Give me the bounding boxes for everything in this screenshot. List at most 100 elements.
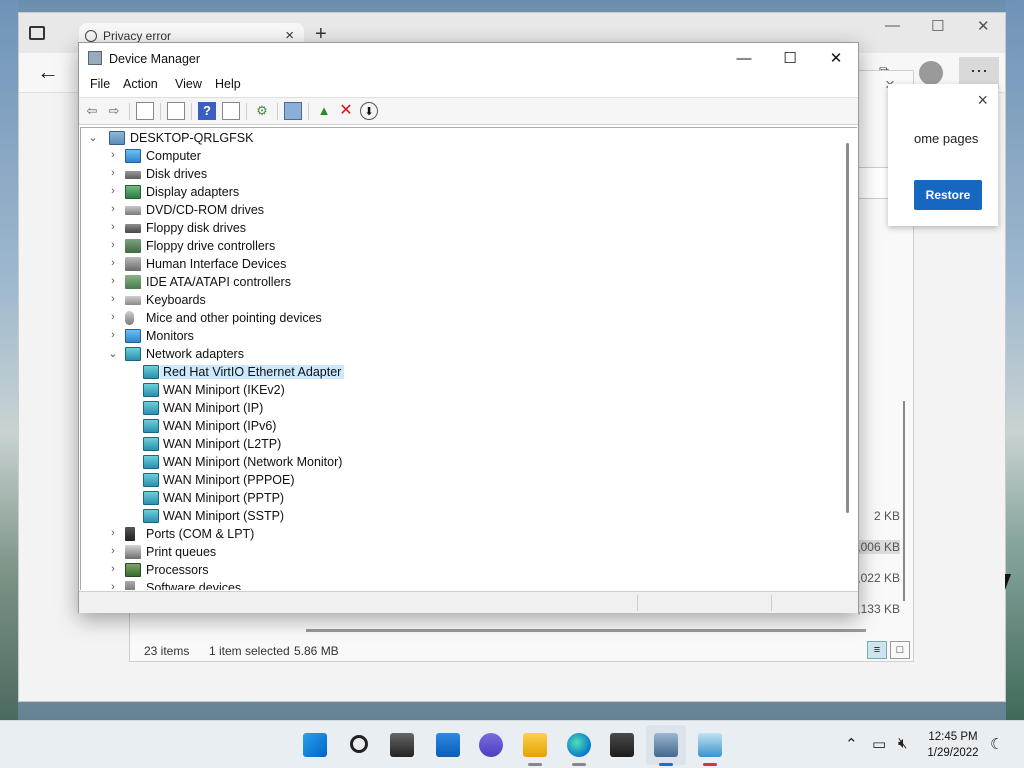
widgets-icon[interactable] [436, 733, 460, 757]
computer-root-icon [109, 131, 125, 145]
task-view-icon[interactable] [390, 733, 414, 757]
expand-chevron-icon[interactable]: › [107, 293, 119, 305]
update-driver-icon[interactable]: ⚙ [253, 102, 271, 120]
back-arrow-icon[interactable]: ← [37, 59, 59, 85]
browser-maximize-button[interactable]: ☐ [931, 17, 944, 35]
details-view-button[interactable]: ≡ [867, 641, 887, 659]
status-divider [771, 595, 772, 611]
tiles-view-button[interactable]: □ [890, 641, 910, 659]
device-manager-titlebar: Device Manager — ☐ ✕ [79, 43, 858, 75]
printer-icon [125, 545, 141, 559]
popup-close-icon[interactable]: × [977, 90, 988, 111]
expand-chevron-icon[interactable]: › [107, 329, 119, 341]
network-adapter-label: WAN Miniport (SSTP) [163, 509, 285, 523]
tab-favicon-icon [85, 30, 97, 42]
close-button[interactable]: ✕ [813, 47, 859, 71]
mouse-cursor-icon [1005, 574, 1017, 590]
expand-chevron-icon[interactable]: › [107, 167, 119, 179]
network-adapter-icon [143, 383, 159, 397]
expand-chevron-icon[interactable]: › [107, 239, 119, 251]
taskbar: ⌃ ▭ 🔇︎ 12:45 PM 1/29/2022 ☾ [0, 720, 1024, 768]
toolbar-separator [191, 103, 192, 120]
network-adapter-label: WAN Miniport (IPv6) [163, 419, 277, 433]
start-button-icon[interactable] [303, 733, 327, 757]
menu-view[interactable]: View [175, 77, 202, 91]
menu-file[interactable]: File [90, 77, 110, 91]
tree-category-label: Floppy disk drives [146, 221, 247, 235]
action-pane-icon[interactable] [222, 102, 240, 120]
disable-device-icon[interactable]: ⬇ [360, 102, 378, 120]
back-icon[interactable]: ⇦ [83, 102, 101, 120]
tree-category-label: Computer [146, 149, 201, 163]
port-icon [125, 527, 135, 541]
show-hidden-icons-chevron-icon[interactable]: ⌃ [845, 735, 858, 753]
properties-icon[interactable] [167, 102, 185, 120]
running-indicator [572, 763, 586, 766]
forward-icon[interactable]: ⇨ [105, 102, 123, 120]
chat-icon[interactable] [479, 733, 503, 757]
computer-icon [125, 149, 141, 163]
running-indicator [528, 763, 542, 766]
tree-category-label: IDE ATA/ATAPI controllers [146, 275, 291, 289]
clock[interactable]: 12:45 PM 1/29/2022 [918, 729, 988, 761]
maximize-button[interactable]: ☐ [767, 47, 813, 71]
expand-chevron-icon[interactable]: › [107, 581, 119, 590]
expand-chevron-icon[interactable]: › [107, 311, 119, 323]
display-adapter-icon [125, 185, 141, 199]
mouse-icon [125, 311, 134, 325]
expand-chevron-icon[interactable]: › [107, 149, 119, 161]
menu-help[interactable]: Help [215, 77, 241, 91]
network-adapter-icon [143, 401, 159, 415]
browser-minimize-button[interactable]: — [885, 17, 900, 34]
expand-chevron-icon[interactable]: › [107, 563, 119, 575]
network-adapter-icon [143, 509, 159, 523]
tree-category-label: Keyboards [146, 293, 206, 307]
add-driver-icon[interactable]: ▲ [315, 102, 333, 120]
notifications-moon-icon[interactable]: ☾ [990, 735, 1003, 753]
workspaces-icon[interactable] [29, 26, 45, 40]
tree-category-label: Display adapters [146, 185, 240, 199]
clock-time: 12:45 PM [928, 731, 978, 743]
expand-chevron-icon[interactable]: › [107, 527, 119, 539]
uninstall-device-icon[interactable]: ✕ [337, 102, 355, 120]
device-manager-app-icon [88, 51, 102, 65]
selection-count: 1 item selected [209, 644, 290, 658]
device-manager-taskbar-icon[interactable] [654, 733, 678, 757]
help-icon[interactable]: ? [198, 102, 216, 120]
collapse-chevron-icon[interactable]: ⌄ [87, 131, 99, 144]
vertical-scrollbar[interactable] [903, 401, 905, 601]
expand-chevron-icon[interactable]: › [107, 203, 119, 215]
expand-chevron-icon[interactable]: › [107, 221, 119, 233]
network-icon[interactable]: ▭ [872, 735, 886, 753]
ide-controller-icon [125, 275, 141, 289]
tree-category-label: Network adapters [146, 347, 244, 361]
volume-muted-icon[interactable]: 🔇︎ [898, 735, 907, 752]
collapse-chevron-icon[interactable]: ⌄ [107, 347, 119, 360]
expand-chevron-icon[interactable]: › [107, 275, 119, 287]
network-adapter-label: WAN Miniport (PPPOE) [163, 473, 295, 487]
expand-chevron-icon[interactable]: › [107, 185, 119, 197]
minimize-button[interactable]: — [721, 47, 767, 71]
restore-pages-popup: × ome pages Restore [888, 84, 998, 226]
browser-close-button[interactable]: ✕ [977, 17, 990, 35]
show-hide-console-tree-icon[interactable] [136, 102, 154, 120]
monitor-icon [125, 329, 141, 343]
edge-browser-icon[interactable] [567, 733, 591, 757]
expand-chevron-icon[interactable]: › [107, 257, 119, 269]
profile-avatar[interactable] [919, 61, 943, 85]
remote-desktop-icon[interactable] [698, 733, 722, 757]
tree-category-label: Floppy drive controllers [146, 239, 276, 253]
menu-action[interactable]: Action [123, 77, 158, 91]
tree-category-label: Software devices [146, 581, 242, 590]
device-tree-scrollbar[interactable] [846, 143, 849, 513]
item-count: 23 items [144, 644, 190, 658]
search-icon[interactable] [350, 735, 368, 753]
expand-chevron-icon[interactable]: › [107, 545, 119, 557]
file-explorer-icon[interactable] [523, 733, 547, 757]
restore-button[interactable]: Restore [914, 180, 982, 210]
horizontal-scrollbar[interactable] [306, 629, 866, 632]
floppy-disk-icon [125, 224, 141, 233]
device-manager-toolbar: ⇦ ⇨ ? ⚙ ▲ ✕ ⬇ [79, 97, 858, 125]
store-icon[interactable] [610, 733, 634, 757]
scan-hardware-icon[interactable] [284, 102, 302, 120]
